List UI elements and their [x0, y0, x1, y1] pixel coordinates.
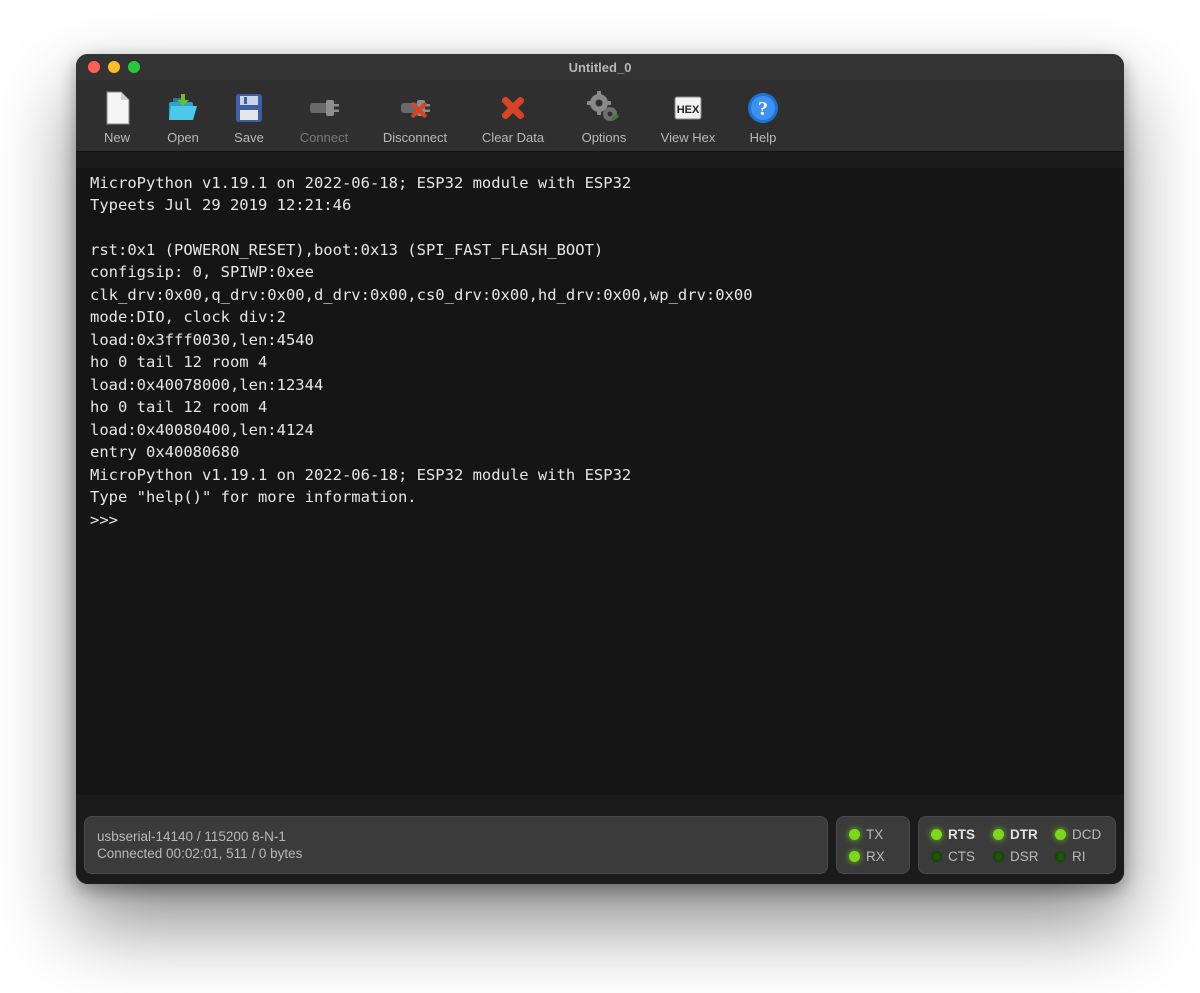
- toolbar-label: Clear Data: [482, 130, 544, 145]
- led-rx: RX: [849, 849, 897, 864]
- led-label: RTS: [948, 827, 975, 842]
- zoom-window-button[interactable]: [128, 61, 140, 73]
- led-label: DSR: [1010, 849, 1039, 864]
- connection-info-panel: usbserial-14140 / 115200 8-N-1 Connected…: [84, 816, 828, 874]
- help-icon: ?: [743, 88, 783, 128]
- led-label: CTS: [948, 849, 975, 864]
- led-label: DCD: [1072, 827, 1101, 842]
- save-button[interactable]: Save: [216, 86, 282, 147]
- app-window: Untitled_0 New Open: [76, 54, 1124, 884]
- minimize-window-button[interactable]: [108, 61, 120, 73]
- new-button[interactable]: New: [84, 86, 150, 147]
- led-rts[interactable]: RTS: [931, 827, 979, 842]
- toolbar-label: New: [104, 130, 130, 145]
- led-label: TX: [866, 827, 883, 842]
- open-icon: [163, 88, 203, 128]
- window-controls: [88, 61, 140, 73]
- new-file-icon: [97, 88, 137, 128]
- led-indicator-icon: [931, 829, 942, 840]
- led-ri[interactable]: RI: [1055, 849, 1103, 864]
- toolbar-label: Disconnect: [383, 130, 447, 145]
- connect-button: Connect: [282, 86, 366, 147]
- disconnect-button[interactable]: Disconnect: [366, 86, 464, 147]
- hex-icon: HEX: [668, 88, 708, 128]
- led-indicator-icon: [931, 851, 942, 862]
- led-indicator-icon: [993, 851, 1004, 862]
- led-dtr[interactable]: DTR: [993, 827, 1041, 842]
- gear-icon: [584, 88, 624, 128]
- window-title: Untitled_0: [569, 60, 632, 75]
- disconnect-icon: [395, 88, 435, 128]
- led-indicator-icon: [993, 829, 1004, 840]
- save-icon: [229, 88, 269, 128]
- led-indicator-icon: [849, 851, 860, 862]
- led-indicator-icon: [849, 829, 860, 840]
- view-hex-button[interactable]: HEX View Hex: [646, 86, 730, 147]
- led-tx: TX: [849, 827, 897, 842]
- port-info: usbserial-14140 / 115200 8-N-1: [97, 829, 286, 844]
- toolbar-label: Connect: [300, 130, 348, 145]
- led-indicator-icon: [1055, 829, 1066, 840]
- connect-icon: [304, 88, 344, 128]
- toolbar-label: Help: [750, 130, 777, 145]
- flowcontrol-led-panel: RTS DTR DCD CTS DSR RI: [918, 816, 1116, 874]
- connection-status: Connected 00:02:01, 511 / 0 bytes: [97, 846, 302, 861]
- led-indicator-icon: [1055, 851, 1066, 862]
- toolbar-label: Options: [582, 130, 627, 145]
- open-button[interactable]: Open: [150, 86, 216, 147]
- led-label: RX: [866, 849, 885, 864]
- toolbar-label: Open: [167, 130, 199, 145]
- led-label: RI: [1072, 849, 1086, 864]
- led-label: DTR: [1010, 827, 1038, 842]
- toolbar-label: Save: [234, 130, 264, 145]
- clear-data-button[interactable]: Clear Data: [464, 86, 562, 147]
- svg-text:HEX: HEX: [677, 104, 700, 116]
- titlebar: Untitled_0: [76, 54, 1124, 80]
- toolbar-label: View Hex: [661, 130, 716, 145]
- statusbar: usbserial-14140 / 115200 8-N-1 Connected…: [76, 810, 1124, 884]
- terminal-output[interactable]: MicroPython v1.19.1 on 2022-06-18; ESP32…: [76, 168, 1124, 795]
- txrx-led-panel: TX RX: [836, 816, 910, 874]
- options-button[interactable]: Options: [562, 86, 646, 147]
- close-window-button[interactable]: [88, 61, 100, 73]
- led-cts[interactable]: CTS: [931, 849, 979, 864]
- clear-icon: [493, 88, 533, 128]
- led-dcd[interactable]: DCD: [1055, 827, 1103, 842]
- led-dsr[interactable]: DSR: [993, 849, 1041, 864]
- svg-text:?: ?: [758, 98, 768, 120]
- toolbar: New Open Save: [76, 80, 1124, 152]
- help-button[interactable]: ? Help: [730, 86, 796, 147]
